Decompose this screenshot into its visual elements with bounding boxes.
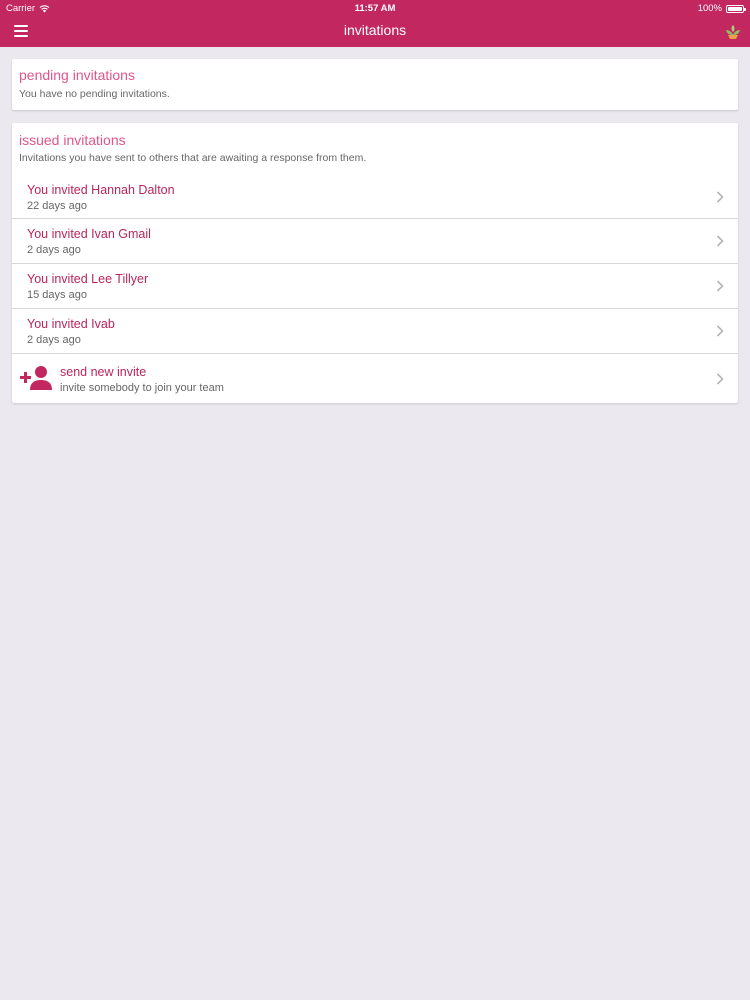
invitation-label: You invited Ivab <box>27 317 115 331</box>
invitation-list: You invited Hannah Dalton 22 days ago Yo… <box>12 175 738 403</box>
chevron-right-icon <box>716 280 724 292</box>
battery-percent: 100% <box>697 3 722 14</box>
pending-subtitle: You have no pending invitations. <box>19 88 170 100</box>
nav-bar: invitations <box>0 16 750 47</box>
new-invite-sub: invite somebody to join your team <box>60 382 224 394</box>
clock: 11:57 AM <box>354 3 396 14</box>
invitation-row[interactable]: You invited Hannah Dalton 22 days ago <box>12 175 738 219</box>
top-bar: Carrier 11:57 AM 100% invitations <box>0 0 750 47</box>
issued-invitations-card: issued invitations Invitations you have … <box>12 123 738 403</box>
chevron-right-icon <box>716 191 724 203</box>
chevron-right-icon <box>716 235 724 247</box>
invitation-row[interactable]: You invited Ivan Gmail 2 days ago <box>12 219 738 264</box>
invitation-row[interactable]: You invited Ivab 2 days ago <box>12 309 738 354</box>
chevron-right-icon <box>716 373 724 385</box>
leaf-logo-icon[interactable] <box>724 22 742 40</box>
new-invite-label: send new invite <box>60 365 147 379</box>
invitation-age: 2 days ago <box>27 334 81 346</box>
invitation-label: You invited Lee Tillyer <box>27 272 149 286</box>
chevron-right-icon <box>716 325 724 337</box>
send-new-invite-button[interactable]: send new invite invite somebody to join … <box>12 354 738 403</box>
invitation-age: 2 days ago <box>27 244 81 256</box>
invitation-age: 15 days ago <box>27 289 87 301</box>
add-user-icon <box>20 366 52 390</box>
battery-icon <box>726 4 746 13</box>
pending-invitations-card: pending invitations You have no pending … <box>12 59 738 110</box>
invitation-label: You invited Hannah Dalton <box>27 183 175 197</box>
battery-group: 100% <box>697 3 746 14</box>
issued-subtitle: Invitations you have sent to others that… <box>19 152 367 164</box>
issued-title: issued invitations <box>19 132 126 148</box>
status-bar: Carrier 11:57 AM 100% <box>0 0 750 16</box>
pending-title: pending invitations <box>19 67 135 83</box>
invitation-row[interactable]: You invited Lee Tillyer 15 days ago <box>12 264 738 309</box>
invitation-age: 22 days ago <box>27 200 87 212</box>
page-title: invitations <box>343 22 407 38</box>
invitation-label: You invited Ivan Gmail <box>27 227 151 241</box>
